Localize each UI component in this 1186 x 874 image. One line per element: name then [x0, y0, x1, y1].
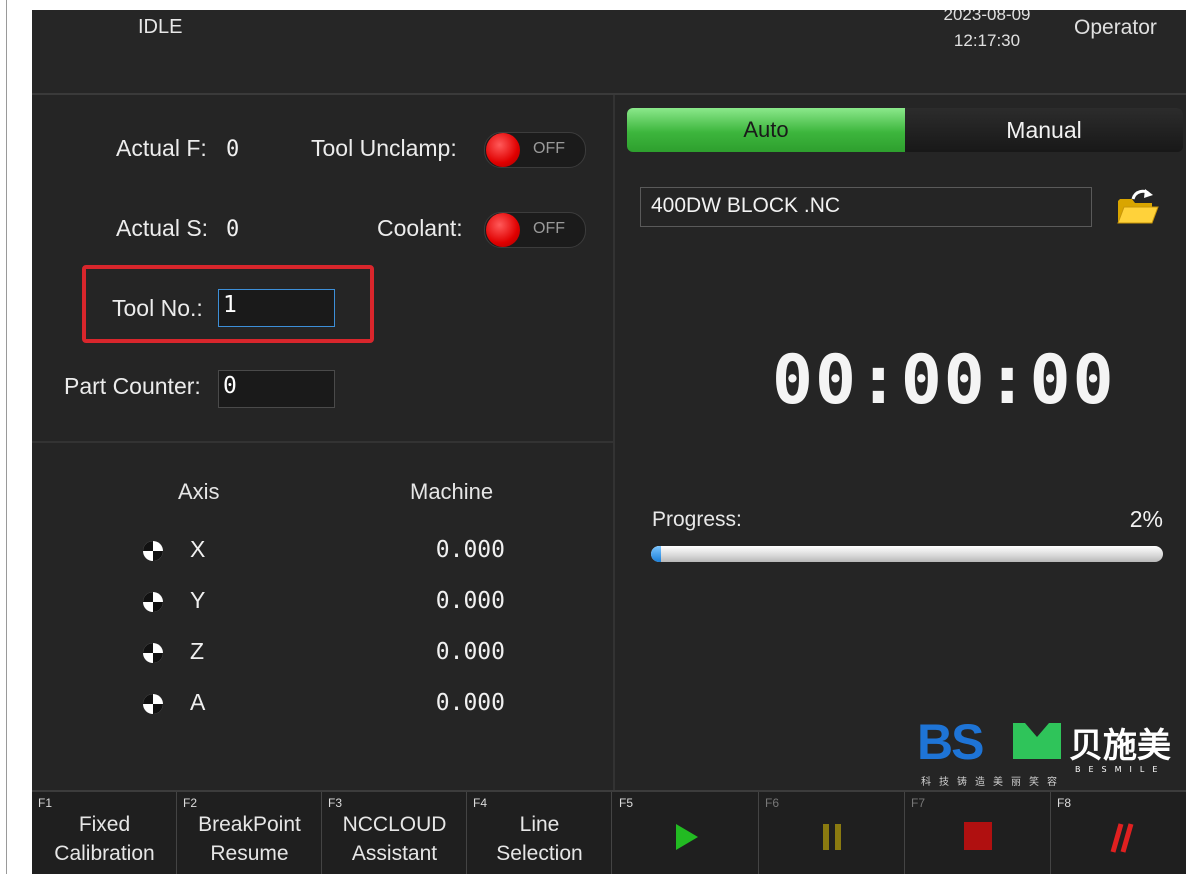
f7-stop-button[interactable]: F7: [905, 792, 1051, 874]
function-key-number: F3: [328, 796, 343, 810]
actual-s-label: Actual S:: [116, 215, 209, 241]
actual-f-value: 0: [226, 137, 240, 162]
bsm-logo: BS 贝施美 BESMILE 科技铸造美丽笑容: [917, 715, 1171, 787]
pause-icon: [823, 824, 841, 850]
axis-machine-value: 0.000: [435, 690, 505, 716]
mode-switch: Auto Manual: [627, 108, 1183, 152]
tool-unclamp-toggle[interactable]: OFF: [484, 132, 586, 168]
panel-divider: [32, 441, 613, 443]
axis-machine-value: 0.000: [435, 639, 505, 665]
axis-machine-value: 0.000: [435, 588, 505, 614]
svg-text:贝施美: 贝施美: [1069, 726, 1171, 766]
function-key-label: Fixed Calibration: [32, 810, 177, 868]
label-line: Selection: [496, 842, 583, 865]
program-file-field[interactable]: 400DW BLOCK .NC: [640, 187, 1092, 227]
function-key-number: F1: [38, 796, 53, 810]
axis-home-icon: [143, 643, 163, 663]
svg-text:科技铸造美丽笑容: 科技铸造美丽笑容: [921, 775, 1065, 787]
function-key-label: NCCLOUD Assistant: [322, 810, 467, 868]
cnc-screen: IDLE 2023-08-09 12:17:30 Operator Actual…: [32, 10, 1186, 874]
tool-no-input[interactable]: 1: [218, 289, 335, 327]
f5-start-button[interactable]: F5: [613, 792, 759, 874]
svg-text:BS: BS: [917, 715, 983, 770]
label-line: Fixed: [78, 813, 131, 836]
function-key-number: F5: [619, 796, 634, 810]
machine-header: Machine: [410, 479, 494, 504]
user-role[interactable]: Operator: [1074, 16, 1157, 40]
machine-info-panel: Actual F: 0 Tool Unclamp: OFF Actual S: …: [32, 95, 615, 790]
page-border-line: [6, 0, 7, 874]
f3-nccloud-assistant-button[interactable]: F3 NCCLOUD Assistant: [322, 792, 467, 874]
date-time: 2023-08-09 12:17:30: [932, 10, 1042, 54]
function-key-label: Line Selection: [467, 810, 612, 868]
function-key-number: F6: [765, 796, 780, 810]
axis-machine-value: 0.000: [435, 537, 505, 563]
f6-pause-button[interactable]: F6: [759, 792, 905, 874]
actual-s-value: 0: [226, 217, 240, 242]
block-skip-icon: [1110, 823, 1134, 853]
label-line: Resume: [210, 842, 289, 865]
progress-label: Progress:: [652, 508, 742, 531]
f8-block-skip-button[interactable]: F8: [1051, 792, 1186, 874]
axis-name: A: [190, 689, 206, 715]
tool-no-label: Tool No.:: [112, 295, 203, 321]
toggle-state-label: OFF: [533, 140, 565, 157]
play-icon: [676, 824, 698, 850]
axis-header: Axis: [178, 479, 220, 504]
toggle-knob: [486, 133, 520, 167]
axis-home-icon: [143, 592, 163, 612]
label-line: BreakPoint: [198, 813, 301, 836]
label-line: NCCLOUD: [342, 813, 447, 836]
actual-f-label: Actual F:: [116, 135, 207, 161]
toggle-knob: [486, 213, 520, 247]
label-line: Calibration: [54, 842, 155, 865]
function-key-bar: F1 Fixed Calibration F2 BreakPoint Resum…: [32, 790, 1186, 874]
tool-unclamp-label: Tool Unclamp:: [311, 135, 457, 161]
progress-value: 2%: [1129, 506, 1163, 532]
axis-home-icon: [143, 541, 163, 561]
f2-breakpoint-resume-button[interactable]: F2 BreakPoint Resume: [177, 792, 322, 874]
part-counter-input[interactable]: 0: [218, 370, 335, 408]
axis-name: X: [190, 536, 206, 562]
label-line: Line: [519, 813, 560, 836]
manual-mode-button[interactable]: Manual: [905, 108, 1183, 152]
label-line: Assistant: [351, 842, 438, 865]
function-key-number: F2: [183, 796, 198, 810]
progress-bar: [651, 546, 1163, 562]
part-counter-label: Part Counter:: [64, 373, 201, 399]
stop-icon: [964, 822, 992, 850]
toggle-state-label: OFF: [533, 220, 565, 237]
function-key-number: F7: [911, 796, 926, 810]
open-folder-icon[interactable]: [1115, 187, 1159, 227]
time-text: 12:17:30: [953, 31, 1021, 50]
program-panel: Auto Manual 400DW BLOCK .NC 00:00:00 Pro…: [615, 95, 1186, 790]
axis-name: Y: [190, 587, 206, 613]
function-key-number: F4: [473, 796, 488, 810]
date-text: 2023-08-09: [943, 10, 1031, 24]
f1-fixed-calibration-button[interactable]: F1 Fixed Calibration: [32, 792, 177, 874]
top-status-bar: IDLE 2023-08-09 12:17:30 Operator: [32, 10, 1186, 95]
function-key-label: BreakPoint Resume: [177, 810, 322, 868]
machine-status: IDLE: [138, 16, 183, 38]
run-timer: 00:00:00: [772, 341, 1116, 420]
svg-text:BESMILE: BESMILE: [1075, 765, 1165, 774]
axis-home-icon: [143, 694, 163, 714]
function-key-number: F8: [1057, 796, 1072, 810]
progress-fill: [651, 546, 662, 562]
coolant-toggle[interactable]: OFF: [484, 212, 586, 248]
f4-line-selection-button[interactable]: F4 Line Selection: [467, 792, 612, 874]
axis-name: Z: [190, 638, 205, 664]
coolant-label: Coolant:: [377, 215, 463, 241]
auto-mode-button[interactable]: Auto: [627, 108, 905, 152]
